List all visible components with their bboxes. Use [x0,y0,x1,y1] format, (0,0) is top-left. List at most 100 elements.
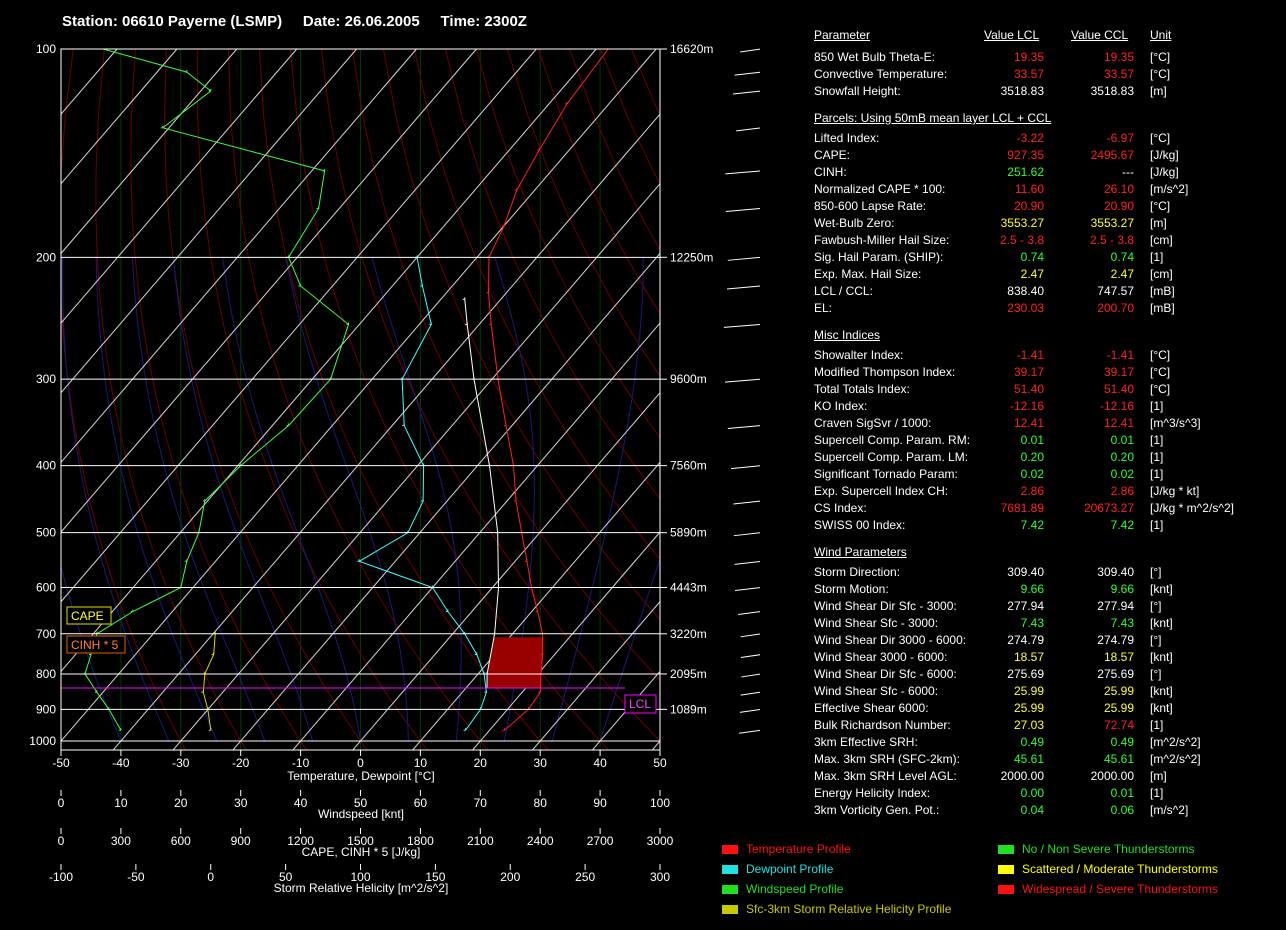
height-label: 4443m [670,580,707,594]
temperature-tick-label: 40 [593,756,607,770]
moist-adiabat [95,257,218,742]
cape-tick-label: 600 [171,834,191,848]
value-lcl: 2.47 [1020,267,1044,281]
value-lcl: 0.74 [1020,250,1044,264]
unit: [°C] [1150,382,1171,396]
value-ccl: 309.40 [1097,565,1134,579]
moist-adiabat [371,257,462,742]
wind-barb [724,378,760,383]
isotherm [591,670,660,750]
unit: [1] [1150,786,1164,800]
value-lcl: 0.04 [1020,803,1044,817]
pressure-tick-label: 1000 [29,734,56,748]
unit: [m] [1150,769,1167,783]
windspeed-tick-label: 40 [294,796,308,810]
wind-barb [740,691,760,696]
unit: [m] [1150,216,1167,230]
param-name: Wind Shear Dir 3000 - 6000: [814,633,967,647]
param-name: Modified Thompson Index: [814,365,956,379]
pressure-tick-label: 500 [36,526,56,540]
value-lcl: 0.49 [1020,735,1044,749]
value-lcl: 3553.27 [1000,216,1044,230]
unit: [mB] [1150,284,1175,298]
unit: [1] [1150,450,1164,464]
dry-adiabat [413,49,660,560]
param-name: SWISS 00 Index: [814,518,906,532]
unit: [°C] [1150,348,1171,362]
windspeed-tick-label: 0 [58,796,65,810]
value-ccl: 274.79 [1097,633,1134,647]
unit: [m] [1150,84,1167,98]
value-lcl: 18.57 [1013,650,1044,664]
pressure-tick-label: 900 [36,702,56,716]
wind-barb [740,654,760,659]
wind-barb [725,208,760,212]
value-lcl: 309.40 [1007,565,1044,579]
legend-item: Widespread / Severe Thunderstorms [998,882,1218,896]
param-name: CINH: [814,165,847,179]
isotherm [172,183,660,750]
param-name: Significant Tornado Param: [814,467,958,481]
legend-label: Temperature Profile [746,842,851,856]
value-lcl: 25.99 [1013,684,1044,698]
value-ccl: 747.57 [1097,284,1134,298]
dry-adiabat [163,49,368,750]
height-label: 7560m [670,459,707,473]
cape-tick-label: 3000 [647,834,674,848]
height-label: 5890m [670,526,707,540]
wind-barb [725,170,760,175]
unit: [knt] [1150,684,1173,698]
wind-barb [723,323,760,328]
unit: [mB] [1150,301,1175,315]
param-name: 850 Wet Bulb Theta-E: [814,50,935,64]
param-name: Convective Temperature: [814,67,948,81]
value-lcl: -3.22 [1016,131,1044,145]
unit: [knt] [1150,701,1173,715]
cinh-label: CINH * 5 [71,638,119,652]
legend-label: Scattered / Moderate Thunderstorms [1022,862,1218,876]
windspeed-tick-label: 10 [114,796,128,810]
windspeed-tick-label: 80 [534,796,548,810]
pressure-tick-label: 400 [36,459,56,473]
wind-barb [738,729,760,734]
height-label: 9600m [670,372,707,386]
unit: [1] [1150,250,1164,264]
value-lcl: -12.16 [1009,399,1044,413]
unit: [m^2/s^2] [1150,735,1201,749]
helicity-tick-label: -100 [49,870,73,884]
value-ccl: 45.61 [1103,752,1134,766]
unit: [m^2/s^2] [1150,752,1201,766]
legend-swatch [998,865,1014,875]
value-ccl: 7.42 [1110,518,1134,532]
legend-label: Widespread / Severe Thunderstorms [1022,882,1218,896]
section-title: Misc Indices [814,328,881,342]
cape-tick-label: 0 [58,834,65,848]
cape-area [490,312,541,626]
section-title: Wind Parameters [814,545,907,559]
unit: [°] [1150,565,1162,579]
value-ccl: 72.74 [1103,718,1134,732]
wind-barb [727,256,760,261]
unit: [°C] [1150,199,1171,213]
dry-adiabat [568,49,660,251]
wind-barb [736,127,760,132]
value-lcl: 45.61 [1013,752,1044,766]
legend-label: No / Non Severe Thunderstorms [1022,842,1195,856]
unit: [cm] [1150,233,1173,247]
isotherm [61,49,657,742]
windspeed-tick-label: 100 [650,796,670,810]
dry-adiabat [630,49,660,117]
table-header: Value LCL [984,28,1040,42]
param-name: Showalter Index: [814,348,904,362]
wind-barb [738,611,760,616]
value-ccl: -12.16 [1099,399,1134,413]
value-ccl: 0.01 [1110,433,1134,447]
unit: [knt] [1150,616,1173,630]
pressure-tick-label: 800 [36,667,56,681]
value-lcl: -1.41 [1016,348,1044,362]
value-ccl: 0.49 [1110,735,1134,749]
param-name: Bulk Richardson Number: [814,718,951,732]
unit: [1] [1150,433,1164,447]
unit: [°C] [1150,365,1171,379]
isotherm [707,49,760,756]
